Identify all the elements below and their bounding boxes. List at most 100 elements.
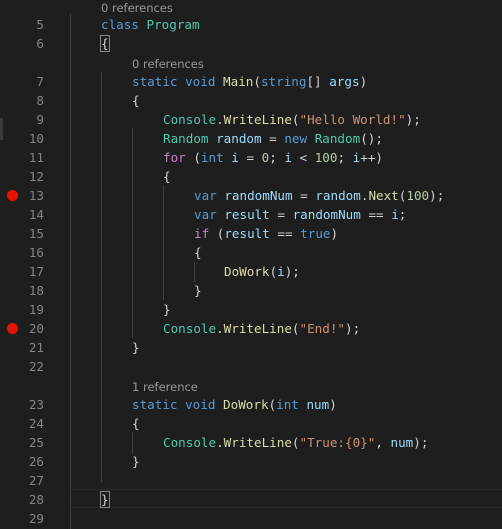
- string-literal: "True:{0}": [299, 435, 376, 450]
- keyword: string: [260, 74, 307, 89]
- line-number[interactable]: 14: [4, 205, 44, 224]
- line-number[interactable]: 9: [4, 110, 44, 129]
- line-number[interactable]: 21: [4, 338, 44, 357]
- line-number[interactable]: 11: [4, 148, 44, 167]
- variable: result: [224, 207, 270, 222]
- code-line: 16 {: [0, 243, 502, 262]
- keyword: var: [194, 188, 217, 203]
- code-line: 15 if (result == true): [0, 224, 502, 243]
- number-literal: 0: [261, 150, 270, 165]
- line-number[interactable]: 17: [4, 262, 44, 281]
- matched-brace: {: [100, 35, 110, 52]
- type-name: Console: [163, 112, 217, 127]
- method-name: Main: [223, 74, 254, 89]
- line-number[interactable]: 28: [4, 490, 44, 509]
- code-line: 8 {: [0, 91, 502, 110]
- code-editor[interactable]: 0 references 5 class Program 6 { 0 refer…: [0, 0, 502, 529]
- keyword: if: [194, 226, 210, 241]
- variable: i: [284, 150, 292, 165]
- line-number[interactable]: 26: [4, 452, 44, 471]
- keyword: class: [101, 17, 139, 32]
- line-number[interactable]: 8: [4, 91, 44, 110]
- codelens-references[interactable]: 0 references: [132, 56, 204, 73]
- code-line: 10 Random random = new Random();: [0, 129, 502, 148]
- code-line: 12 {: [0, 167, 502, 186]
- code-line: 26 }: [0, 452, 502, 471]
- line-number[interactable]: 23: [4, 395, 44, 414]
- line-number[interactable]: 27: [4, 471, 44, 490]
- class-name: Program: [146, 17, 200, 32]
- line-number[interactable]: 5: [4, 15, 44, 34]
- type-name: Console: [163, 435, 217, 450]
- line-number[interactable]: 24: [4, 414, 44, 433]
- code-line: 19 }: [0, 300, 502, 319]
- line-number[interactable]: 22: [4, 357, 44, 376]
- method-name: Next: [368, 188, 399, 203]
- string-literal: "End!": [299, 321, 346, 336]
- code-line: 29: [0, 509, 502, 528]
- code-line: 18 }: [0, 281, 502, 300]
- code-line: 17 DoWork(i);: [0, 262, 502, 281]
- number-literal: 100: [314, 150, 338, 165]
- code-line: 13 var randomNum = random.Next(100);: [0, 186, 502, 205]
- line-number[interactable]: 19: [4, 300, 44, 319]
- code-line: 5 class Program: [0, 15, 502, 34]
- keyword: new: [284, 131, 308, 146]
- variable: result: [224, 226, 270, 241]
- line-number[interactable]: 7: [4, 72, 44, 91]
- string-literal: "Hello World!": [299, 112, 406, 127]
- type-name: Random: [314, 131, 361, 146]
- method-name: WriteLine: [223, 435, 292, 450]
- code-line: 6 {: [0, 34, 502, 53]
- line-number[interactable]: 12: [4, 167, 44, 186]
- variable: i: [231, 150, 239, 165]
- code-line: 24 {: [0, 414, 502, 433]
- code-line: 25 Console.WriteLine("True:{0}", num);: [0, 433, 502, 452]
- keyword: for: [163, 150, 186, 165]
- keyword: int: [276, 397, 299, 412]
- variable: randomNum: [224, 188, 293, 203]
- code-line: 28 }: [0, 490, 502, 509]
- parameter: args: [329, 74, 360, 89]
- line-number[interactable]: 18: [4, 281, 44, 300]
- method-name: DoWork: [224, 264, 270, 279]
- keyword: int: [200, 150, 224, 165]
- code-line: 23 static void DoWork(int num): [0, 395, 502, 414]
- variable: i: [277, 264, 285, 279]
- variable: i: [391, 207, 399, 222]
- line-number[interactable]: 10: [4, 129, 44, 148]
- keyword: void: [185, 397, 216, 412]
- variable: i: [352, 150, 361, 165]
- code-line: 22: [0, 357, 502, 376]
- line-number[interactable]: 25: [4, 433, 44, 452]
- code-line: 21 }: [0, 338, 502, 357]
- number-literal: 100: [406, 188, 430, 203]
- method-name: DoWork: [223, 397, 269, 412]
- keyword: static: [132, 397, 178, 412]
- variable: num: [390, 435, 414, 450]
- line-number[interactable]: 15: [4, 224, 44, 243]
- type-name: Random: [163, 131, 209, 146]
- parameter: num: [306, 397, 330, 412]
- keyword: true: [300, 226, 331, 241]
- codelens-references[interactable]: 1 reference: [132, 379, 198, 396]
- line-number[interactable]: 20: [4, 319, 44, 338]
- keyword: static: [132, 74, 178, 89]
- code-line: 14 var result = randomNum == i;: [0, 205, 502, 224]
- variable: random: [216, 131, 262, 146]
- variable: random: [315, 188, 361, 203]
- variable: randomNum: [292, 207, 361, 222]
- line-number[interactable]: 16: [4, 243, 44, 262]
- method-name: WriteLine: [223, 321, 292, 336]
- matched-brace: }: [100, 491, 110, 508]
- keyword: void: [185, 74, 216, 89]
- line-number[interactable]: 29: [4, 509, 44, 528]
- code-line: 27: [0, 471, 502, 490]
- line-number[interactable]: 6: [4, 34, 44, 53]
- code-line: 9 Console.WriteLine("Hello World!");: [0, 110, 502, 129]
- code-line: 7 static void Main(string[] args): [0, 72, 502, 91]
- type-name: Console: [163, 321, 217, 336]
- line-number[interactable]: 13: [4, 186, 44, 205]
- method-name: WriteLine: [223, 112, 292, 127]
- code-line: 20 Console.WriteLine("End!");: [0, 319, 502, 338]
